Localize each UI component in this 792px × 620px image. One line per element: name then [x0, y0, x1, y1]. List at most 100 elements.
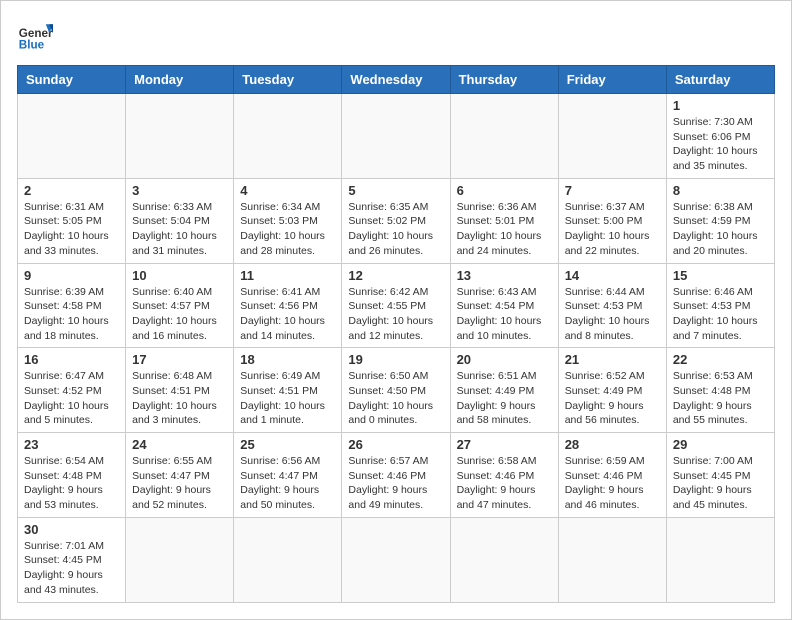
day-info: Sunrise: 6:53 AM Sunset: 4:48 PM Dayligh…: [673, 369, 768, 428]
day-info: Sunrise: 6:39 AM Sunset: 4:58 PM Dayligh…: [24, 285, 119, 344]
calendar-cell: 23 Sunrise: 6:54 AM Sunset: 4:48 PM Dayli…: [18, 433, 126, 518]
day-number: 10: [132, 268, 227, 283]
calendar-cell: 24 Sunrise: 6:55 AM Sunset: 4:47 PM Dayli…: [126, 433, 234, 518]
day-number: 11: [240, 268, 335, 283]
day-info: Sunrise: 6:46 AM Sunset: 4:53 PM Dayligh…: [673, 285, 768, 344]
day-number: 24: [132, 437, 227, 452]
calendar-cell: [666, 517, 774, 602]
svg-text:Blue: Blue: [19, 39, 45, 52]
weekday-header-monday: Monday: [126, 66, 234, 94]
calendar-cell: [450, 94, 558, 179]
day-info: Sunrise: 6:58 AM Sunset: 4:46 PM Dayligh…: [457, 454, 552, 513]
day-number: 22: [673, 352, 768, 367]
day-number: 28: [565, 437, 660, 452]
calendar-cell: 18 Sunrise: 6:49 AM Sunset: 4:51 PM Dayli…: [234, 348, 342, 433]
day-number: 23: [24, 437, 119, 452]
day-number: 17: [132, 352, 227, 367]
day-number: 19: [348, 352, 443, 367]
day-number: 30: [24, 522, 119, 537]
calendar-cell: 14Sunrise: 6:44 AM Sunset: 4:53 PM Dayli…: [558, 263, 666, 348]
calendar-cell: [558, 517, 666, 602]
calendar-cell: [558, 94, 666, 179]
day-info: Sunrise: 6:36 AM Sunset: 5:01 PM Dayligh…: [457, 200, 552, 259]
week-row-1: 1 Sunrise: 7:30 AM Sunset: 6:06 PM Daylig…: [18, 94, 775, 179]
calendar-cell: 5 Sunrise: 6:35 AM Sunset: 5:02 PM Daylig…: [342, 178, 450, 263]
calendar-cell: 30 Sunrise: 7:01 AM Sunset: 4:45 PM Dayli…: [18, 517, 126, 602]
calendar-cell: 6Sunrise: 6:36 AM Sunset: 5:01 PM Daylig…: [450, 178, 558, 263]
day-info: Sunrise: 6:51 AM Sunset: 4:49 PM Dayligh…: [457, 369, 552, 428]
day-info: Sunrise: 7:00 AM Sunset: 4:45 PM Dayligh…: [673, 454, 768, 513]
day-info: Sunrise: 6:54 AM Sunset: 4:48 PM Dayligh…: [24, 454, 119, 513]
calendar-cell: 12 Sunrise: 6:42 AM Sunset: 4:55 PM Dayli…: [342, 263, 450, 348]
week-row-4: 16 Sunrise: 6:47 AM Sunset: 4:52 PM Dayli…: [18, 348, 775, 433]
day-info: Sunrise: 6:31 AM Sunset: 5:05 PM Dayligh…: [24, 200, 119, 259]
calendar-cell: 10 Sunrise: 6:40 AM Sunset: 4:57 PM Dayli…: [126, 263, 234, 348]
day-info: Sunrise: 6:52 AM Sunset: 4:49 PM Dayligh…: [565, 369, 660, 428]
week-row-5: 23 Sunrise: 6:54 AM Sunset: 4:48 PM Dayli…: [18, 433, 775, 518]
calendar-cell: 4Sunrise: 6:34 AM Sunset: 5:03 PM Daylig…: [234, 178, 342, 263]
day-number: 13: [457, 268, 552, 283]
day-info: Sunrise: 6:40 AM Sunset: 4:57 PM Dayligh…: [132, 285, 227, 344]
calendar-cell: [18, 94, 126, 179]
calendar-cell: 19 Sunrise: 6:50 AM Sunset: 4:50 PM Dayli…: [342, 348, 450, 433]
calendar-header: General Blue: [17, 17, 775, 53]
logo: General Blue: [17, 17, 53, 53]
day-info: Sunrise: 6:37 AM Sunset: 5:00 PM Dayligh…: [565, 200, 660, 259]
day-info: Sunrise: 6:38 AM Sunset: 4:59 PM Dayligh…: [673, 200, 768, 259]
day-number: 1: [673, 98, 768, 113]
calendar-cell: 26 Sunrise: 6:57 AM Sunset: 4:46 PM Dayli…: [342, 433, 450, 518]
day-info: Sunrise: 6:57 AM Sunset: 4:46 PM Dayligh…: [348, 454, 443, 513]
day-info: Sunrise: 6:47 AM Sunset: 4:52 PM Dayligh…: [24, 369, 119, 428]
day-number: 5: [348, 183, 443, 198]
calendar-cell: 29 Sunrise: 7:00 AM Sunset: 4:45 PM Dayli…: [666, 433, 774, 518]
day-number: 18: [240, 352, 335, 367]
day-info: Sunrise: 7:01 AM Sunset: 4:45 PM Dayligh…: [24, 539, 119, 598]
calendar-cell: 27 Sunrise: 6:58 AM Sunset: 4:46 PM Dayli…: [450, 433, 558, 518]
day-info: Sunrise: 6:42 AM Sunset: 4:55 PM Dayligh…: [348, 285, 443, 344]
calendar-cell: [342, 517, 450, 602]
weekday-header-friday: Friday: [558, 66, 666, 94]
day-info: Sunrise: 6:35 AM Sunset: 5:02 PM Dayligh…: [348, 200, 443, 259]
day-number: 27: [457, 437, 552, 452]
calendar-cell: 17Sunrise: 6:48 AM Sunset: 4:51 PM Dayli…: [126, 348, 234, 433]
day-info: Sunrise: 6:33 AM Sunset: 5:04 PM Dayligh…: [132, 200, 227, 259]
week-row-3: 9Sunrise: 6:39 AM Sunset: 4:58 PM Daylig…: [18, 263, 775, 348]
day-info: Sunrise: 7:30 AM Sunset: 6:06 PM Dayligh…: [673, 115, 768, 174]
day-number: 4: [240, 183, 335, 198]
calendar-cell: 21 Sunrise: 6:52 AM Sunset: 4:49 PM Dayli…: [558, 348, 666, 433]
day-info: Sunrise: 6:43 AM Sunset: 4:54 PM Dayligh…: [457, 285, 552, 344]
day-number: 26: [348, 437, 443, 452]
day-info: Sunrise: 6:49 AM Sunset: 4:51 PM Dayligh…: [240, 369, 335, 428]
day-number: 29: [673, 437, 768, 452]
day-number: 12: [348, 268, 443, 283]
calendar-cell: [126, 94, 234, 179]
calendar-cell: 22 Sunrise: 6:53 AM Sunset: 4:48 PM Dayli…: [666, 348, 774, 433]
calendar-cell: [234, 94, 342, 179]
weekday-header-sunday: Sunday: [18, 66, 126, 94]
day-info: Sunrise: 6:50 AM Sunset: 4:50 PM Dayligh…: [348, 369, 443, 428]
calendar-cell: 9Sunrise: 6:39 AM Sunset: 4:58 PM Daylig…: [18, 263, 126, 348]
calendar-cell: 3 Sunrise: 6:33 AM Sunset: 5:04 PM Daylig…: [126, 178, 234, 263]
calendar-cell: 2Sunrise: 6:31 AM Sunset: 5:05 PM Daylig…: [18, 178, 126, 263]
day-number: 21: [565, 352, 660, 367]
calendar-container: General Blue SundayMondayTuesdayWednesda…: [0, 0, 792, 620]
calendar-cell: 15 Sunrise: 6:46 AM Sunset: 4:53 PM Dayli…: [666, 263, 774, 348]
day-info: Sunrise: 6:56 AM Sunset: 4:47 PM Dayligh…: [240, 454, 335, 513]
calendar-cell: 1 Sunrise: 7:30 AM Sunset: 6:06 PM Daylig…: [666, 94, 774, 179]
calendar-cell: 16 Sunrise: 6:47 AM Sunset: 4:52 PM Dayli…: [18, 348, 126, 433]
day-info: Sunrise: 6:55 AM Sunset: 4:47 PM Dayligh…: [132, 454, 227, 513]
calendar-table: SundayMondayTuesdayWednesdayThursdayFrid…: [17, 65, 775, 603]
calendar-cell: 28Sunrise: 6:59 AM Sunset: 4:46 PM Dayli…: [558, 433, 666, 518]
day-number: 16: [24, 352, 119, 367]
day-number: 15: [673, 268, 768, 283]
calendar-cell: 25Sunrise: 6:56 AM Sunset: 4:47 PM Dayli…: [234, 433, 342, 518]
weekday-header-wednesday: Wednesday: [342, 66, 450, 94]
logo-icon: General Blue: [17, 17, 53, 53]
week-row-6: 30 Sunrise: 7:01 AM Sunset: 4:45 PM Dayli…: [18, 517, 775, 602]
calendar-cell: [342, 94, 450, 179]
calendar-cell: [450, 517, 558, 602]
calendar-cell: 8Sunrise: 6:38 AM Sunset: 4:59 PM Daylig…: [666, 178, 774, 263]
day-info: Sunrise: 6:44 AM Sunset: 4:53 PM Dayligh…: [565, 285, 660, 344]
calendar-cell: 20Sunrise: 6:51 AM Sunset: 4:49 PM Dayli…: [450, 348, 558, 433]
day-number: 3: [132, 183, 227, 198]
